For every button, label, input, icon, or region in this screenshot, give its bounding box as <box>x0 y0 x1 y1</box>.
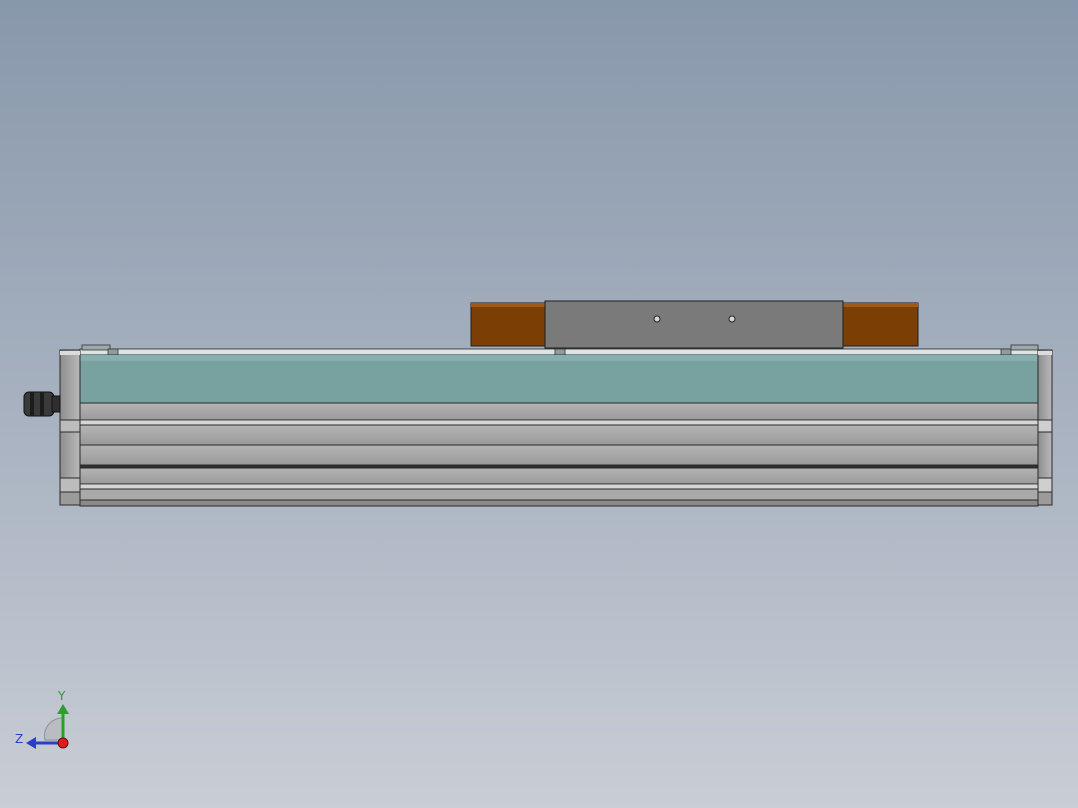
carriage[interactable] <box>470 300 919 349</box>
triad-y-label: Y <box>58 689 66 703</box>
carriage-block <box>544 300 844 349</box>
actuator-body[interactable] <box>79 344 1039 507</box>
x-axis-dot <box>57 737 69 749</box>
triad-z-label: Z <box>15 732 24 746</box>
left-end-cap[interactable] <box>23 349 81 506</box>
model-view[interactable] <box>0 0 1078 808</box>
screw-hole <box>728 315 736 323</box>
dust-cover <box>79 354 1039 404</box>
bumper-right <box>842 302 919 347</box>
graphics-viewport[interactable]: Y Z <box>0 0 1078 808</box>
cable-connector <box>23 391 61 417</box>
screw-hole <box>653 315 661 323</box>
reference-triad <box>26 704 69 749</box>
right-end-cap[interactable] <box>1037 349 1053 506</box>
bumper-left <box>470 302 547 347</box>
